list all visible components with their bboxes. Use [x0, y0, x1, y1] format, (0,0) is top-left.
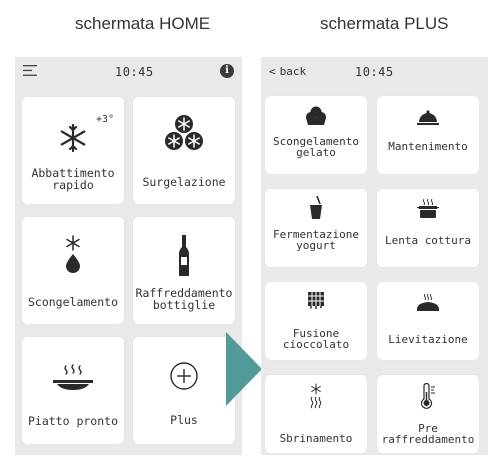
tile-label: Mantenimento [388, 140, 468, 153]
tile-fermentazione-yogurt[interactable]: Fermentazione yogurt [265, 189, 367, 267]
plus-clock: 10:45 [355, 65, 394, 79]
tile-scongelamento[interactable]: Scongelamento [22, 217, 124, 324]
tile-fusione-cioccolato[interactable]: Fusione cioccolato [265, 282, 367, 360]
tile-label: Lenta cottura [384, 234, 472, 247]
thaw-icon [66, 235, 80, 273]
thermometer-icon [420, 383, 435, 409]
home-screen-caption: schermata HOME [75, 14, 211, 33]
chevron-left-icon: < [269, 65, 276, 78]
snowflakes-cluster-icon [165, 115, 203, 150]
bread-icon [416, 294, 440, 311]
temperature-badge: +3° [95, 114, 114, 125]
tile-scongelamento-gelato[interactable]: Scongelamento gelato [265, 96, 367, 174]
tile-label: Raffreddamento bottiglie [135, 286, 233, 312]
plus-screen-caption: schermata PLUS [320, 14, 449, 33]
cloche-icon [417, 110, 439, 125]
tile-lenta-cottura[interactable]: Lenta cottura [377, 189, 479, 267]
tile-mantenimento[interactable]: Mantenimento [377, 96, 479, 174]
tile-surgelazione[interactable]: Surgelazione [133, 97, 235, 204]
plus-screen: < back 10:45 Scongelamento gelato Manteni… [261, 57, 488, 455]
tile-label: Fusione cioccolato [282, 327, 350, 351]
tile-plus[interactable]: Plus [133, 337, 235, 444]
ice-cream-icon [306, 106, 326, 125]
tile-label: Abbattimento rapido [31, 166, 115, 192]
home-status-bar: 10:45 i [15, 57, 242, 87]
plate-icon [53, 364, 93, 390]
bottle-icon [179, 235, 189, 276]
plus-circle-icon [170, 362, 198, 390]
tile-label: Scongelamento gelato [272, 135, 360, 159]
tile-label: Pre raffreddamento [381, 422, 475, 446]
tile-label: Plus [170, 413, 198, 427]
tile-label: Piatto pronto [27, 414, 118, 428]
home-clock: 10:45 [115, 65, 154, 79]
tile-label: Scongelamento [27, 295, 118, 309]
snowflake-icon [60, 123, 86, 153]
tile-label: Lievitazione [388, 333, 468, 346]
info-icon[interactable]: i [220, 64, 234, 78]
tile-label: Fermentazione yogurt [272, 228, 360, 252]
tile-lievitazione[interactable]: Lievitazione [377, 282, 479, 360]
tile-label: Surgelazione [142, 175, 226, 189]
home-screen: 10:45 i +3° Abbattimento rapido Surgelaz… [15, 57, 242, 455]
tile-abbattimento-rapido[interactable]: +3° Abbattimento rapido [22, 97, 124, 204]
tile-sbrinamento[interactable]: Sbrinamento [265, 375, 367, 453]
back-button[interactable]: < back [269, 65, 306, 78]
chocolate-icon [308, 292, 324, 309]
tile-label: Sbrinamento [279, 432, 353, 445]
plus-status-bar: < back 10:45 [261, 57, 488, 87]
tile-pre-raffreddamento[interactable]: Pre raffreddamento [377, 375, 479, 453]
transition-arrow [226, 332, 262, 406]
tile-piatto-pronto[interactable]: Piatto pronto [22, 337, 124, 444]
pot-icon [417, 199, 439, 218]
tile-raffreddamento-bottiglie[interactable]: Raffreddamento bottiglie [133, 217, 235, 324]
menu-icon[interactable] [23, 65, 37, 76]
back-label: back [279, 65, 307, 78]
defrost-icon [310, 383, 322, 409]
yogurt-cup-icon [310, 196, 322, 219]
